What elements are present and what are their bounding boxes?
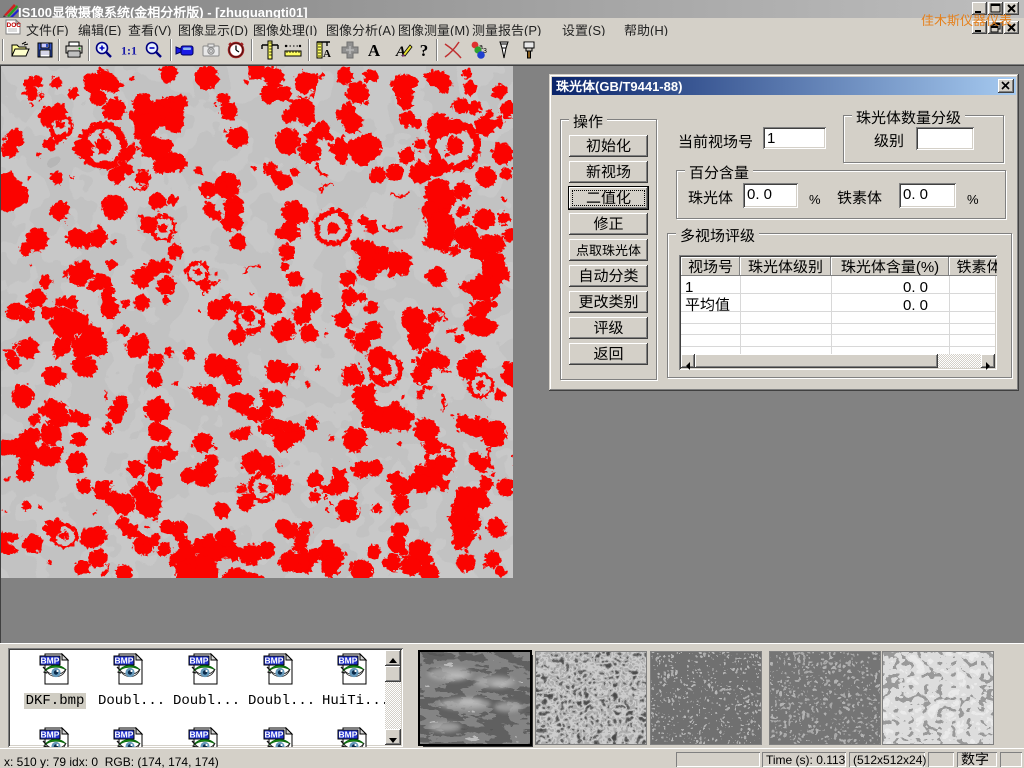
svg-text:BMP: BMP <box>41 730 60 740</box>
svg-text:A: A <box>368 41 381 60</box>
svg-text:DOC: DOC <box>7 22 22 29</box>
svg-text:BMP: BMP <box>115 656 134 666</box>
svg-text:BMP: BMP <box>339 730 358 740</box>
svg-text:BMP: BMP <box>265 656 284 666</box>
svg-text:A: A <box>323 48 331 60</box>
svg-text:BMP: BMP <box>339 656 358 666</box>
svg-text:1:1: 1:1 <box>121 44 137 58</box>
svg-text:BMP: BMP <box>115 730 134 740</box>
svg-text:?: ? <box>420 41 429 60</box>
svg-text:BMP: BMP <box>41 656 60 666</box>
svg-text:BMP: BMP <box>265 730 284 740</box>
svg-text:BMP: BMP <box>190 656 209 666</box>
svg-text:BMP: BMP <box>190 730 209 740</box>
